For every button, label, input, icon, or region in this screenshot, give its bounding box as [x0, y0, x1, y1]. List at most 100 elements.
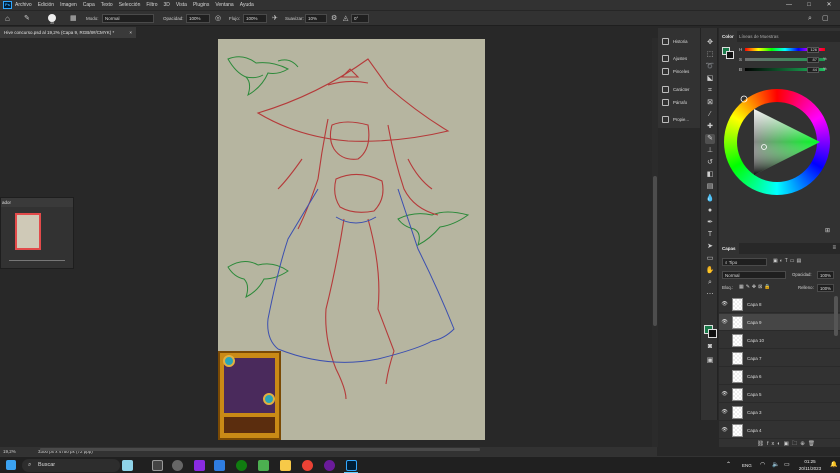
layer-row[interactable]: 👁 Capa 8 [719, 296, 840, 313]
chrome-icon[interactable] [302, 460, 313, 471]
menu-edicion[interactable]: Edición [38, 2, 54, 8]
rectangle-tool-icon[interactable]: ▭ [705, 254, 715, 264]
home-icon[interactable]: ⌂ [5, 14, 10, 23]
close-tab-icon[interactable]: × [129, 27, 132, 38]
app-icon[interactable] [214, 460, 225, 471]
visibility-eye-icon[interactable]: 👁 [721, 301, 728, 308]
menu-filtro[interactable]: Filtro [146, 2, 157, 8]
visibility-eye-icon[interactable]: 👁 [721, 409, 728, 416]
task-view-icon[interactable] [152, 460, 163, 471]
eraser-tool-icon[interactable]: ◧ [705, 170, 715, 180]
document-tab[interactable]: Hive concurso.psd al 19,2% (Capa 9, RGB/… [0, 27, 136, 38]
navigator-zoom-slider[interactable] [9, 260, 65, 261]
layers-scrollbar[interactable] [834, 296, 838, 336]
dodge-tool-icon[interactable]: ● [705, 206, 715, 216]
minecraft-icon[interactable] [258, 460, 269, 471]
blur-tool-icon[interactable]: 💧 [705, 194, 715, 204]
eyedropper-tool-icon[interactable]: ⁄ [705, 110, 715, 120]
history-brush-tool-icon[interactable]: ↺ [705, 158, 715, 168]
color-triangle[interactable] [724, 89, 830, 195]
mode-select[interactable]: Normal [102, 14, 154, 23]
app-icon[interactable] [324, 460, 335, 471]
search-icon[interactable]: ⌕ [808, 14, 812, 23]
saturation-value-field[interactable]: 87 [807, 57, 819, 63]
notification-bell-icon[interactable]: 🔔 [830, 457, 837, 473]
taskbar-search-box[interactable]: ⌕ Buscar [22, 459, 120, 472]
airbrush-icon[interactable]: ✈ [272, 14, 278, 23]
menu-seleccion[interactable]: Selección [119, 2, 141, 8]
menu-texto[interactable]: Texto [101, 2, 113, 8]
visibility-off-icon[interactable] [721, 373, 728, 380]
visibility-eye-icon[interactable]: 👁 [721, 319, 728, 326]
dock-parrafo-button[interactable]: Párrafo [660, 96, 698, 109]
pen-tool-icon[interactable]: ✒ [705, 218, 715, 228]
windows-start-icon[interactable] [6, 460, 16, 470]
menu-3d[interactable]: 3D [164, 2, 170, 8]
zoom-tool-icon[interactable]: ⌕ [705, 278, 715, 288]
menu-archivo[interactable]: Archivo [15, 2, 32, 8]
visibility-eye-icon[interactable]: 👁 [721, 427, 728, 434]
battery-icon[interactable]: ▭ [784, 457, 790, 473]
smoothing-options-gear-icon[interactable]: ⚙ [331, 14, 337, 23]
gradient-tool-icon[interactable]: ▤ [705, 182, 715, 192]
blend-mode-select[interactable]: Normal [722, 271, 786, 279]
visibility-off-icon[interactable] [721, 337, 728, 344]
layer-row[interactable]: Capa 6 [719, 368, 840, 385]
layer-row[interactable]: Capa 7 [719, 350, 840, 367]
flow-field[interactable]: 100% [243, 14, 267, 23]
color-panel-expand-icon[interactable]: ⊞ [825, 227, 830, 234]
tab-layers[interactable]: Capas [719, 243, 739, 254]
layer-row[interactable]: 👁 Capa 4 [719, 422, 840, 439]
layer-opacity-field[interactable]: 100% [817, 271, 834, 279]
brightness-value-field[interactable]: 44 [807, 67, 819, 73]
workspace-icon[interactable]: ▢ [822, 14, 829, 23]
layer-filter-icons[interactable]: ▣◐T▭▤ [773, 258, 803, 264]
layer-filter-select[interactable]: ⌕ Tipo [722, 258, 767, 266]
lock-icons[interactable]: ▦✎✥⊠🔒 [739, 284, 773, 290]
opacity-field[interactable]: 100% [186, 14, 210, 23]
vertical-scroll-thumb[interactable] [653, 176, 657, 326]
tray-overflow-icon[interactable]: ⌃ [726, 457, 731, 473]
layers-panel-menu-icon[interactable]: ≡ [832, 243, 836, 254]
taskbar-clock[interactable]: 01:25 20/11/2023 [792, 458, 828, 473]
menu-capa[interactable]: Capa [83, 2, 95, 8]
dock-ajustes-button[interactable]: Ajustes [660, 52, 698, 65]
app-icon[interactable] [194, 460, 205, 471]
navigator-thumbnail[interactable] [15, 213, 41, 250]
wifi-icon[interactable]: ◠ [760, 457, 765, 473]
file-explorer-icon[interactable] [280, 460, 291, 471]
menu-vista[interactable]: Vista [176, 2, 187, 8]
volume-icon[interactable]: 🔈 [772, 457, 779, 473]
hue-value-field[interactable]: 126 [807, 47, 819, 53]
layers-footer-actions[interactable]: ⛓fx◐▣🗀⊕🗑 [757, 441, 818, 447]
menu-imagen[interactable]: Imagen [60, 2, 77, 8]
brush-tool-icon[interactable]: ✎ [705, 134, 715, 144]
layer-row[interactable]: Capa 10 [719, 332, 840, 349]
zoom-level[interactable]: 19,2% [3, 447, 16, 456]
dock-propiedades-button[interactable]: Propie... [660, 113, 698, 126]
quick-mask-icon[interactable]: ◙ [705, 342, 715, 352]
widgets-icon[interactable] [122, 460, 133, 471]
tab-swatches[interactable]: Líneas de Muestras [736, 31, 782, 42]
clone-stamp-tool-icon[interactable]: ⊥ [705, 146, 715, 156]
smooth-field[interactable]: 10% [305, 14, 327, 23]
shield-app-icon[interactable] [172, 460, 183, 471]
screen-mode-icon[interactable]: ▣ [705, 356, 715, 366]
color-panel-background-swatch[interactable] [726, 51, 734, 59]
color-wheel[interactable] [724, 89, 830, 195]
move-tool-icon[interactable]: ✥ [705, 38, 715, 48]
dock-caracter-button[interactable]: Carácter [660, 83, 698, 96]
background-color-swatch[interactable] [708, 329, 717, 338]
hand-tool-icon[interactable]: ✋ [705, 266, 715, 276]
dock-pinceles-button[interactable]: Pinceles [660, 65, 698, 78]
hue-ring-marker[interactable] [740, 95, 748, 103]
dock-historia-button[interactable]: Historia [660, 35, 698, 48]
tab-color[interactable]: Color [719, 31, 737, 42]
menu-ayuda[interactable]: Ayuda [240, 2, 254, 8]
path-selection-tool-icon[interactable]: ➤ [705, 242, 715, 252]
brush-tool-preset-icon[interactable]: ✎ [24, 14, 30, 23]
layer-row-selected[interactable]: 👁 Capa 9 [719, 314, 840, 331]
minimize-button[interactable]: — [782, 0, 796, 10]
frame-tool-icon[interactable]: ⊠ [705, 98, 715, 108]
healing-brush-tool-icon[interactable]: ✚ [705, 122, 715, 132]
